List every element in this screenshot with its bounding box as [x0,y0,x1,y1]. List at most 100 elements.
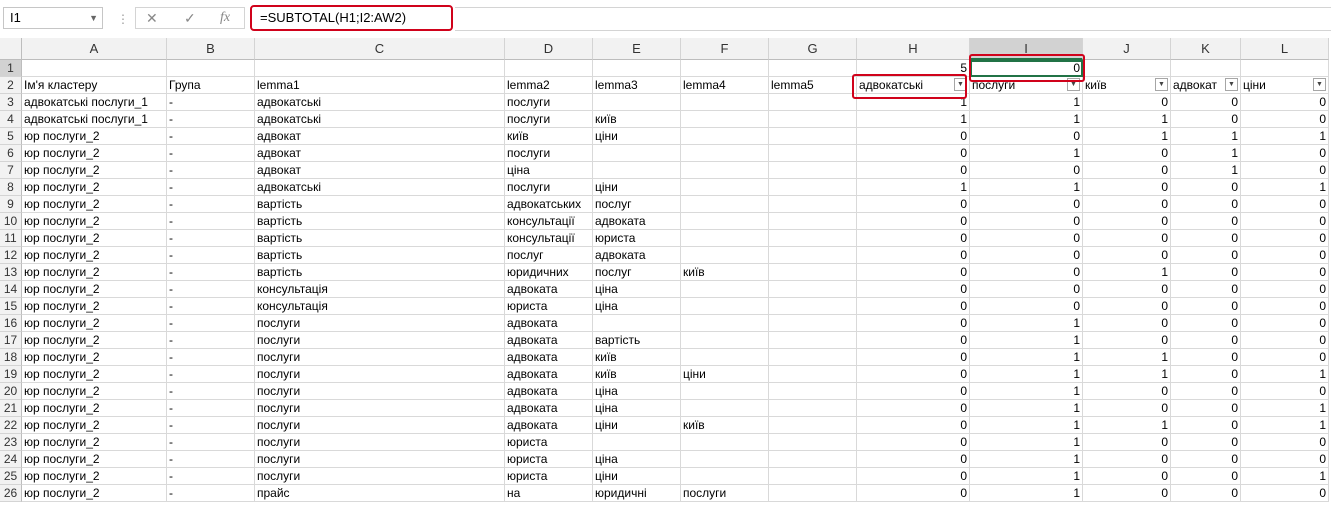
column-header-i[interactable]: I [970,38,1083,60]
cell-e15[interactable]: ціна [593,298,681,315]
cell-e6[interactable] [593,145,681,162]
row-header[interactable]: 1 [0,60,22,77]
cell-c3[interactable]: адвокатські [255,94,505,111]
select-all-corner[interactable] [0,38,22,60]
cell-h21[interactable]: 0 [857,400,970,417]
cell-i8[interactable]: 1 [970,179,1083,196]
cell-c15[interactable]: консультація [255,298,505,315]
cell-i21[interactable]: 1 [970,400,1083,417]
header-cell-l[interactable]: ціни ▼ [1241,77,1329,94]
cell-l22[interactable]: 1 [1241,417,1329,434]
row-header[interactable]: 7 [0,162,22,179]
cell-l15[interactable]: 0 [1241,298,1329,315]
cell-k3[interactable]: 0 [1171,94,1241,111]
cell-d15[interactable]: юриста [505,298,593,315]
cell-l18[interactable]: 0 [1241,349,1329,366]
cell-k18[interactable]: 0 [1171,349,1241,366]
cell-b10[interactable]: - [167,213,255,230]
cell-e20[interactable]: ціна [593,383,681,400]
cell-k10[interactable]: 0 [1171,213,1241,230]
column-header-h[interactable]: H [857,38,970,60]
filter-dropdown-icon[interactable]: ▼ [1155,78,1168,91]
header-cell-h[interactable]: адвокатські ▼ [857,77,970,94]
cell-b15[interactable]: - [167,298,255,315]
cell-i15[interactable]: 0 [970,298,1083,315]
cell-k17[interactable]: 0 [1171,332,1241,349]
cell-d10[interactable]: консультації [505,213,593,230]
cell-f16[interactable] [681,315,769,332]
cell-l20[interactable]: 0 [1241,383,1329,400]
cell-c4[interactable]: адвокатські [255,111,505,128]
row-header[interactable]: 15 [0,298,22,315]
cell-g26[interactable] [769,485,857,502]
cell-k8[interactable]: 0 [1171,179,1241,196]
cell-a6[interactable]: юр послуги_2 [22,145,167,162]
column-header-b[interactable]: B [167,38,255,60]
cell-d19[interactable]: адвоката [505,366,593,383]
cell-d18[interactable]: адвоката [505,349,593,366]
cell-f19[interactable]: ціни [681,366,769,383]
cell-k19[interactable]: 0 [1171,366,1241,383]
cell-g16[interactable] [769,315,857,332]
cell-a23[interactable]: юр послуги_2 [22,434,167,451]
cell-i10[interactable]: 0 [970,213,1083,230]
row-header[interactable]: 6 [0,145,22,162]
row-header[interactable]: 12 [0,247,22,264]
filter-dropdown-icon[interactable]: ▼ [1313,78,1326,91]
cell-k5[interactable]: 1 [1171,128,1241,145]
cell-f7[interactable] [681,162,769,179]
cell-b1[interactable] [167,60,255,77]
row-header[interactable]: 14 [0,281,22,298]
cell-c6[interactable]: адвокат [255,145,505,162]
filter-dropdown-icon[interactable]: ▼ [1067,78,1080,91]
cell-g22[interactable] [769,417,857,434]
column-header-d[interactable]: D [505,38,593,60]
cell-g21[interactable] [769,400,857,417]
cell-e5[interactable]: ціни [593,128,681,145]
cell-f20[interactable] [681,383,769,400]
cell-e25[interactable]: ціни [593,468,681,485]
cell-e23[interactable] [593,434,681,451]
row-header[interactable]: 5 [0,128,22,145]
cell-g6[interactable] [769,145,857,162]
cell-g3[interactable] [769,94,857,111]
cell-l14[interactable]: 0 [1241,281,1329,298]
cell-j18[interactable]: 1 [1083,349,1171,366]
cell-g1[interactable] [769,60,857,77]
cell-g17[interactable] [769,332,857,349]
cell-l10[interactable]: 0 [1241,213,1329,230]
cell-j7[interactable]: 0 [1083,162,1171,179]
cell-e10[interactable]: адвоката [593,213,681,230]
cell-l9[interactable]: 0 [1241,196,1329,213]
cell-e21[interactable]: ціна [593,400,681,417]
cell-i22[interactable]: 1 [970,417,1083,434]
cell-c13[interactable]: вартість [255,264,505,281]
cell-l11[interactable]: 0 [1241,230,1329,247]
cell-e3[interactable] [593,94,681,111]
cell-l24[interactable]: 0 [1241,451,1329,468]
cell-j1[interactable] [1083,60,1171,77]
cell-d7[interactable]: ціна [505,162,593,179]
cell-i14[interactable]: 0 [970,281,1083,298]
column-header-j[interactable]: J [1083,38,1171,60]
cell-l7[interactable]: 0 [1241,162,1329,179]
cell-c11[interactable]: вартість [255,230,505,247]
cell-k4[interactable]: 0 [1171,111,1241,128]
row-header[interactable]: 24 [0,451,22,468]
cell-h17[interactable]: 0 [857,332,970,349]
cell-a4[interactable]: адвокатські послуги_1 [22,111,167,128]
cell-l8[interactable]: 1 [1241,179,1329,196]
cell-a11[interactable]: юр послуги_2 [22,230,167,247]
cell-a7[interactable]: юр послуги_2 [22,162,167,179]
cell-f8[interactable] [681,179,769,196]
cell-j6[interactable]: 0 [1083,145,1171,162]
cell-l21[interactable]: 1 [1241,400,1329,417]
cell-a12[interactable]: юр послуги_2 [22,247,167,264]
cell-b12[interactable]: - [167,247,255,264]
cell-d14[interactable]: адвоката [505,281,593,298]
cell-a18[interactable]: юр послуги_2 [22,349,167,366]
header-cell-i[interactable]: послуги ▼ [970,77,1083,94]
cell-j16[interactable]: 0 [1083,315,1171,332]
cell-g4[interactable] [769,111,857,128]
cell-b17[interactable]: - [167,332,255,349]
